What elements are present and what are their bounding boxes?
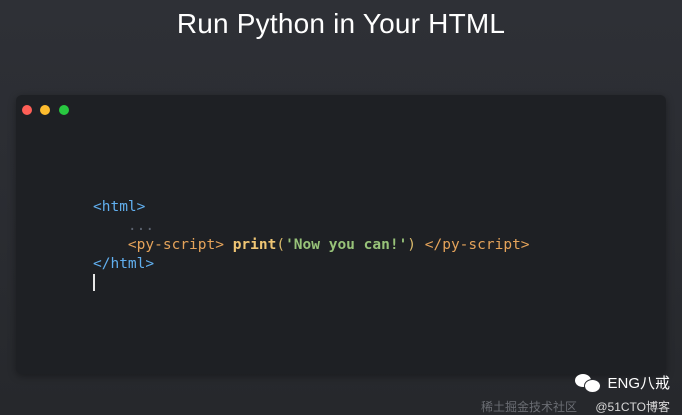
watermark: ENG八戒	[575, 372, 670, 393]
code-line-2: ...	[93, 217, 530, 236]
code-block: <html> ... <py-script> print('Now you ca…	[93, 198, 530, 293]
string-literal: 'Now you can!'	[285, 237, 408, 253]
print-function: print	[232, 237, 277, 253]
py-script-close-tag: </py-script>	[424, 237, 530, 253]
html-open-tag: <html>	[93, 199, 146, 215]
code-line-1: <html>	[93, 198, 530, 217]
code-line-4: </html>	[93, 255, 530, 274]
close-window-button[interactable]	[22, 105, 32, 115]
text-cursor	[93, 274, 95, 291]
minimize-window-button[interactable]	[40, 105, 50, 115]
maximize-window-button[interactable]	[59, 105, 69, 115]
html-close-tag: </html>	[93, 256, 155, 272]
page-title: Run Python in Your HTML	[176, 8, 506, 39]
code-line-3: <py-script> print('Now you can!') </py-s…	[93, 236, 530, 255]
code-editor-window: <html> ... <py-script> print('Now you ca…	[16, 95, 666, 374]
wechat-icon	[575, 373, 602, 393]
open-paren: (	[276, 237, 286, 253]
py-script-open-tag: <py-script>	[127, 237, 224, 253]
watermark-source: @51CTO博客	[595, 400, 670, 414]
ellipsis-placeholder: ...	[127, 218, 155, 234]
code-line-5[interactable]	[93, 274, 530, 293]
watermark-faint-text: 稀土掘金技术社区	[480, 400, 577, 414]
close-paren: )	[407, 237, 417, 253]
watermark-author: ENG八戒	[607, 375, 670, 392]
